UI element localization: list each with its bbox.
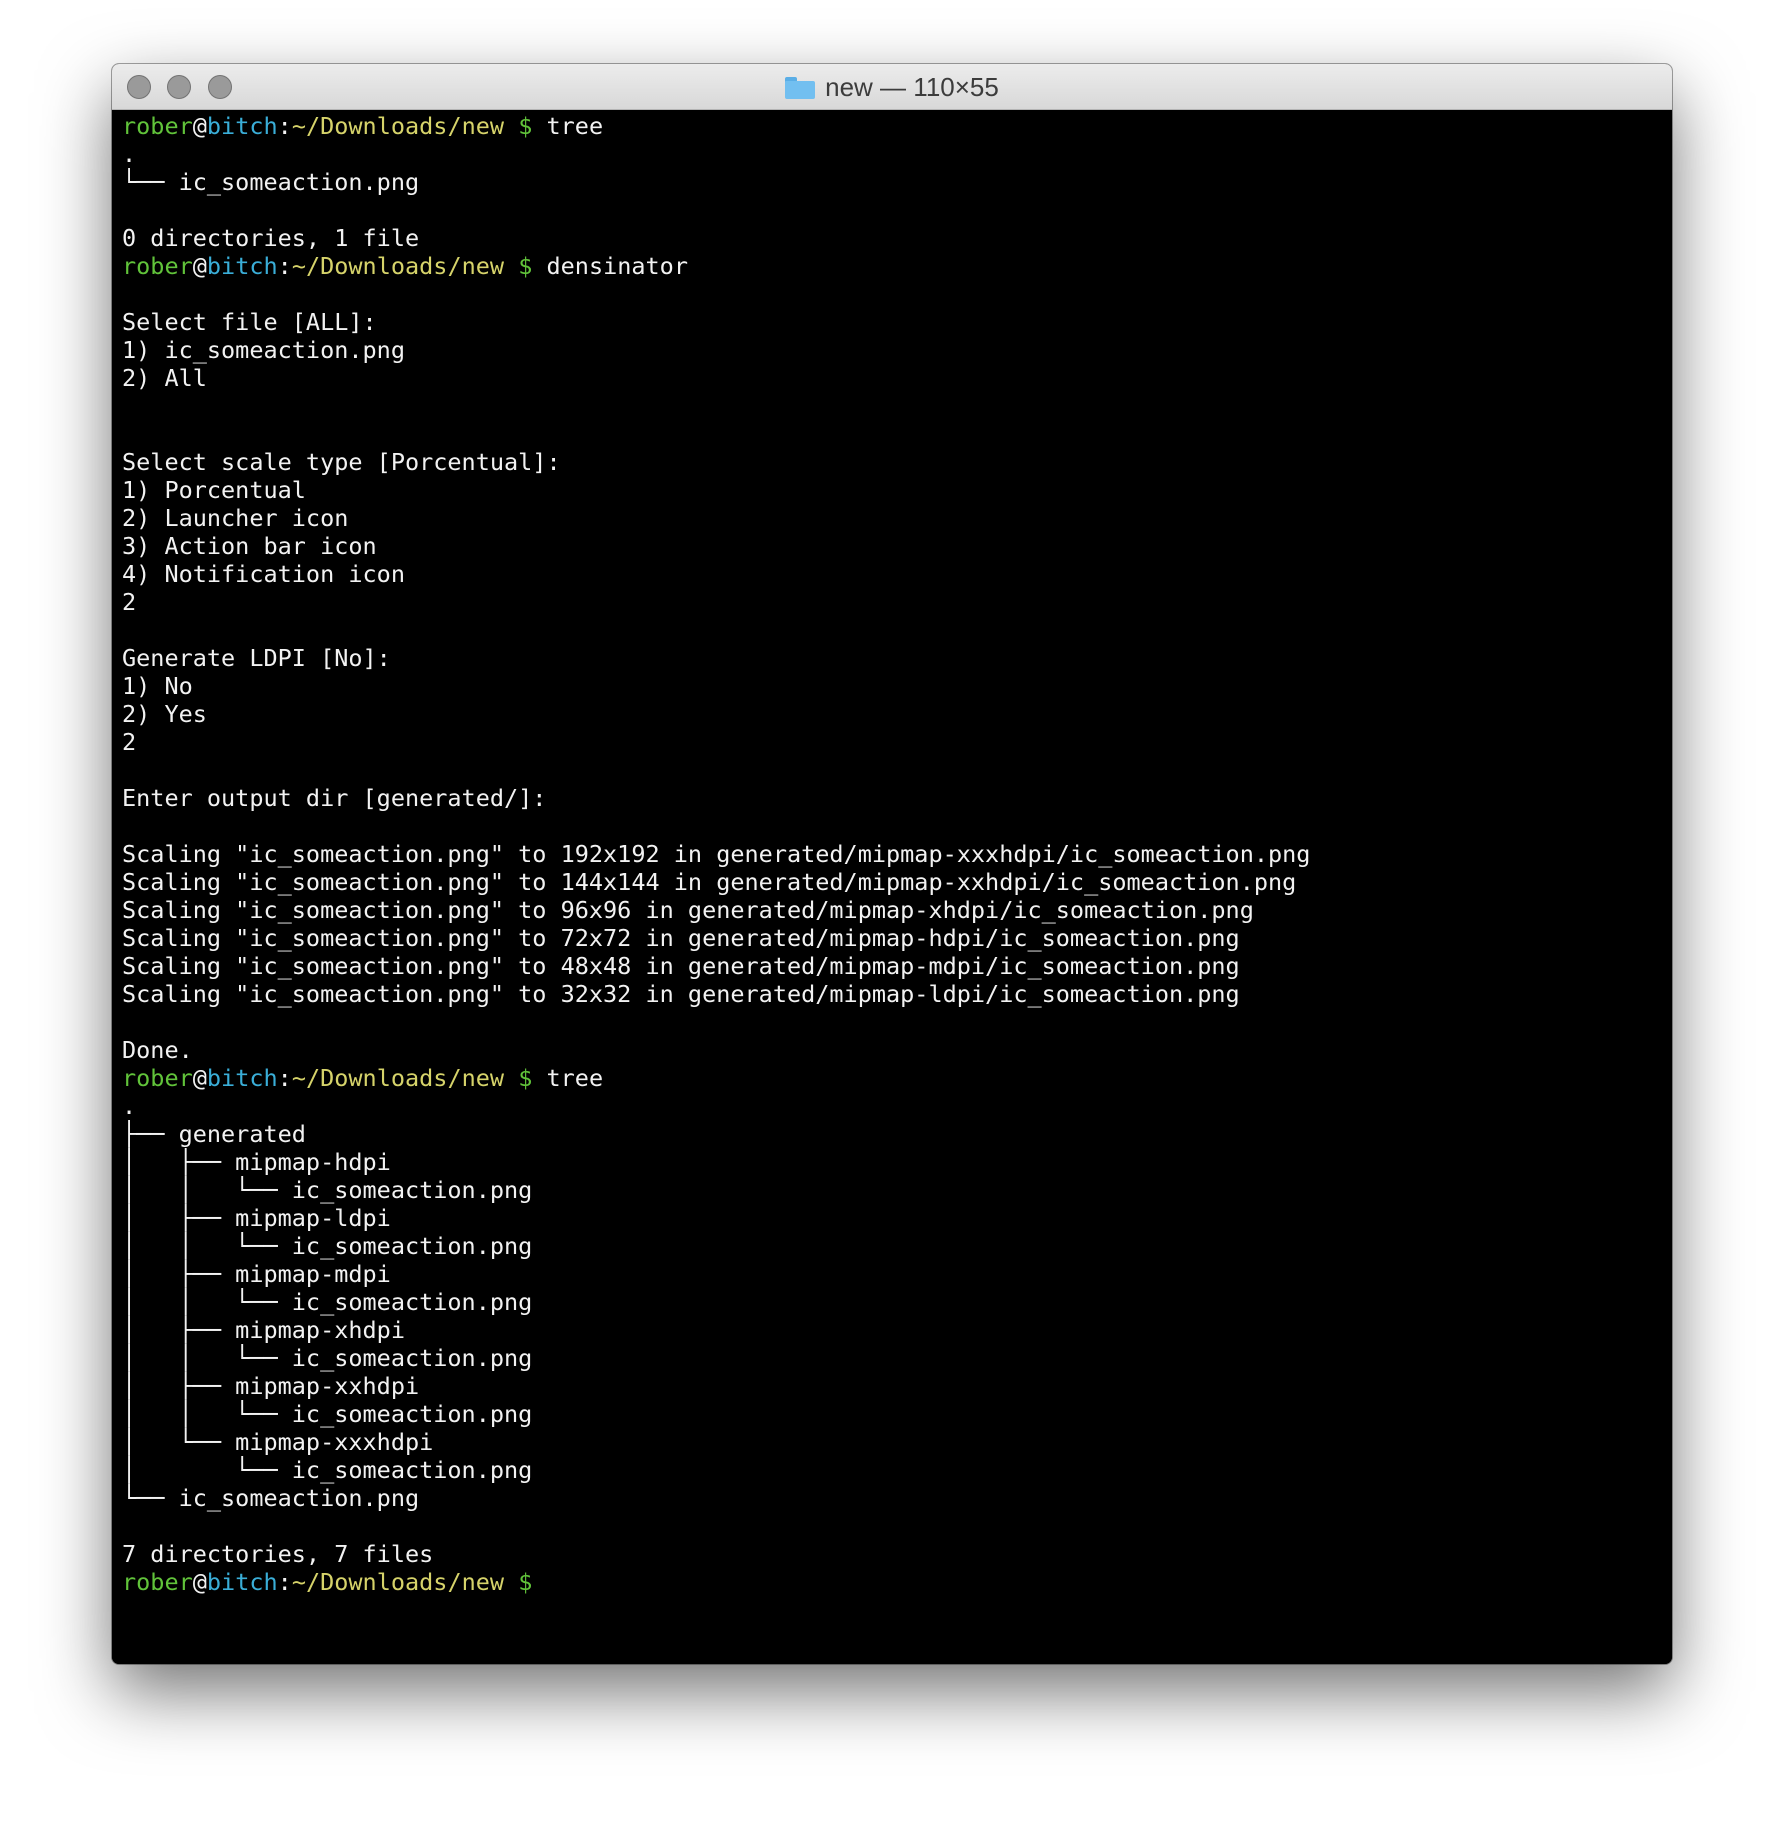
prompt-dollar: $ bbox=[504, 1064, 547, 1092]
prompt-host: bitch bbox=[206, 1064, 278, 1092]
output-line: 2 bbox=[122, 728, 137, 756]
prompt-host: bitch bbox=[206, 1568, 278, 1596]
output-line: 7 directories, 7 files bbox=[122, 1540, 434, 1568]
output-line: Enter output dir [generated/]: bbox=[122, 784, 547, 812]
command-text: tree bbox=[546, 1064, 604, 1092]
title-bar[interactable]: new — 110×55 bbox=[112, 64, 1672, 110]
prompt-path: ~/Downloads/new bbox=[291, 252, 505, 280]
output-line: 0 directories, 1 file bbox=[122, 224, 420, 252]
output-line: 2) All bbox=[122, 364, 207, 392]
folder-icon bbox=[785, 77, 816, 99]
output-line: │ │ └── ic_someaction.png bbox=[122, 1288, 533, 1316]
output-line: Scaling "ic_someaction.png" to 96x96 in … bbox=[122, 896, 1254, 924]
output-line: . bbox=[122, 140, 137, 168]
prompt-path: ~/Downloads/new bbox=[291, 112, 505, 140]
terminal-output[interactable]: rober@bitch:~/Downloads/new $ tree. └── i… bbox=[112, 110, 1672, 1664]
prompt-dollar: $ bbox=[504, 252, 547, 280]
prompt-line: rober@bitch:~/Downloads/new $ tree bbox=[122, 1064, 1672, 1092]
prompt-host: bitch bbox=[206, 112, 278, 140]
output-line: Select file [ALL]: bbox=[122, 308, 377, 336]
output-line: Select scale type [Porcentual]: bbox=[122, 448, 561, 476]
prompt-dollar: $ bbox=[504, 1568, 547, 1596]
output-line: 2) Launcher icon bbox=[122, 504, 349, 532]
window-title-area: new — 110×55 bbox=[112, 64, 1672, 110]
output-line: │ └── ic_someaction.png bbox=[122, 1456, 533, 1484]
command-text: tree bbox=[546, 112, 604, 140]
prompt-host: bitch bbox=[206, 252, 278, 280]
prompt-at: @ bbox=[192, 1064, 207, 1092]
window-title: new — 110×55 bbox=[825, 71, 999, 102]
output-line: 3) Action bar icon bbox=[122, 532, 377, 560]
prompt-colon: : bbox=[277, 252, 292, 280]
output-line: │ ├── mipmap-xhdpi bbox=[122, 1316, 405, 1344]
output-line: Scaling "ic_someaction.png" to 144x144 i… bbox=[122, 868, 1297, 896]
output-line: │ ├── mipmap-mdpi bbox=[122, 1260, 391, 1288]
output-line: │ ├── mipmap-ldpi bbox=[122, 1204, 391, 1232]
prompt-user: rober bbox=[122, 252, 193, 280]
output-line: │ └── mipmap-xxxhdpi bbox=[122, 1428, 434, 1456]
command-text: densinator bbox=[546, 252, 688, 280]
output-line: │ ├── mipmap-xxhdpi bbox=[122, 1372, 420, 1400]
prompt-user: rober bbox=[122, 112, 193, 140]
output-line: │ ├── mipmap-hdpi bbox=[122, 1148, 391, 1176]
output-line: 2) Yes bbox=[122, 700, 207, 728]
prompt-colon: : bbox=[277, 1064, 292, 1092]
prompt-colon: : bbox=[277, 112, 292, 140]
terminal-window: new — 110×55 rober@bitch:~/Downloads/new… bbox=[112, 64, 1672, 1664]
output-line: 1) ic_someaction.png bbox=[122, 336, 405, 364]
prompt-user: rober bbox=[122, 1568, 193, 1596]
prompt-line: rober@bitch:~/Downloads/new $ densinator bbox=[122, 252, 1672, 280]
prompt-at: @ bbox=[192, 252, 207, 280]
output-line: Scaling "ic_someaction.png" to 32x32 in … bbox=[122, 980, 1240, 1008]
output-line: └── ic_someaction.png bbox=[122, 1484, 420, 1512]
prompt-line: rober@bitch:~/Downloads/new $ bbox=[122, 1568, 1672, 1596]
output-line: Done. bbox=[122, 1036, 193, 1064]
output-line: 1) No bbox=[122, 672, 193, 700]
output-line: │ │ └── ic_someaction.png bbox=[122, 1232, 533, 1260]
prompt-colon: : bbox=[277, 1568, 292, 1596]
output-line: Scaling "ic_someaction.png" to 72x72 in … bbox=[122, 924, 1240, 952]
output-line: ├── generated bbox=[122, 1120, 306, 1148]
prompt-path: ~/Downloads/new bbox=[291, 1568, 505, 1596]
output-line: 1) Porcentual bbox=[122, 476, 306, 504]
output-line: . bbox=[122, 1092, 137, 1120]
output-line: │ │ └── ic_someaction.png bbox=[122, 1400, 533, 1428]
output-line: └── ic_someaction.png bbox=[122, 168, 420, 196]
output-line: Scaling "ic_someaction.png" to 48x48 in … bbox=[122, 952, 1240, 980]
output-line: │ │ └── ic_someaction.png bbox=[122, 1176, 533, 1204]
prompt-at: @ bbox=[192, 1568, 207, 1596]
output-line: Generate LDPI [No]: bbox=[122, 644, 391, 672]
prompt-dollar: $ bbox=[504, 112, 547, 140]
prompt-path: ~/Downloads/new bbox=[291, 1064, 505, 1092]
output-line: 2 bbox=[122, 588, 137, 616]
output-line: │ │ └── ic_someaction.png bbox=[122, 1344, 533, 1372]
prompt-line: rober@bitch:~/Downloads/new $ tree bbox=[122, 112, 1672, 140]
prompt-user: rober bbox=[122, 1064, 193, 1092]
output-line: Scaling "ic_someaction.png" to 192x192 i… bbox=[122, 840, 1311, 868]
prompt-at: @ bbox=[192, 112, 207, 140]
output-line: 4) Notification icon bbox=[122, 560, 405, 588]
